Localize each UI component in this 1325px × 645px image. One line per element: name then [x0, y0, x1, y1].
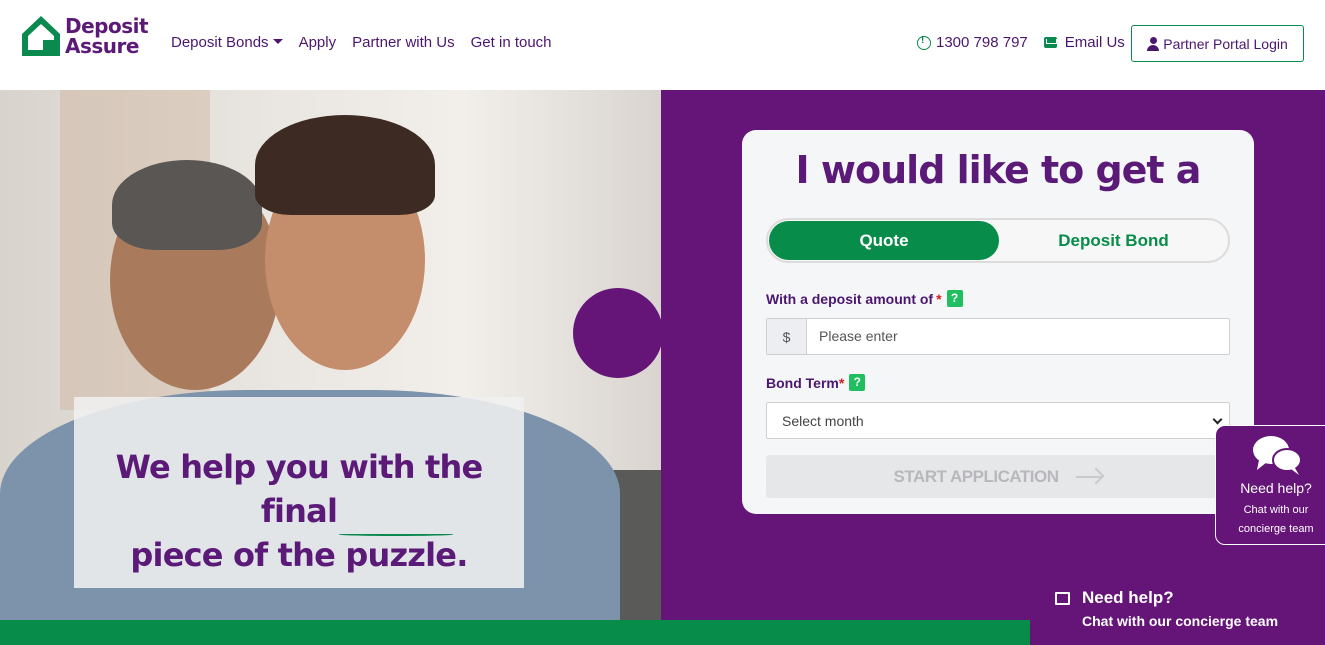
- nav-deposit-bonds[interactable]: Deposit Bonds: [171, 34, 283, 51]
- puzzle-underline: [339, 533, 453, 536]
- chat-widget-title: Need help?: [1240, 480, 1312, 496]
- chat-widget-subtitle: Chat with our concierge team: [1226, 501, 1325, 539]
- bottom-help-subtitle: Chat with our concierge team: [1082, 613, 1279, 629]
- bottom-help-bar[interactable]: Need help? Chat with our concierge team: [1030, 580, 1325, 645]
- logo-line-1: Deposit: [65, 14, 149, 38]
- chevron-down-icon: [1212, 414, 1223, 425]
- partner-portal-login-button[interactable]: Partner Portal Login: [1131, 25, 1304, 62]
- deposit-amount-label-text: With a deposit amount of: [766, 290, 934, 307]
- bond-term-selected-value: Select month: [782, 413, 864, 429]
- arrow-right-icon: [1076, 475, 1103, 478]
- user-icon: [1147, 36, 1160, 51]
- partner-portal-login-label: Partner Portal Login: [1163, 35, 1288, 52]
- mail-icon: [1043, 37, 1057, 48]
- hero-tagline-line-1: We help you with the final: [115, 448, 484, 530]
- chat-widget[interactable]: Need help? Chat with our concierge team: [1215, 425, 1325, 545]
- deposit-amount-input[interactable]: Please enter: [819, 328, 898, 344]
- bond-term-help-icon[interactable]: ?: [849, 374, 866, 391]
- quote-type-toggle: Quote Deposit Bond: [766, 218, 1230, 263]
- email-link[interactable]: Email Us: [1065, 34, 1125, 51]
- logo[interactable]: Deposit Assure: [20, 14, 150, 60]
- phone-link[interactable]: 1300 798 797: [936, 34, 1028, 51]
- nav-get-in-touch[interactable]: Get in touch: [471, 34, 552, 51]
- currency-prefix: $: [767, 319, 807, 354]
- bottom-help-title: Need help?: [1082, 588, 1174, 607]
- puzzle-knob-shape: [573, 288, 663, 378]
- site-header: Deposit Assure Deposit Bonds Apply Partn…: [0, 0, 1325, 90]
- toggle-quote[interactable]: Quote: [769, 221, 999, 260]
- start-application-label: START APPLICATION: [893, 466, 1059, 486]
- start-application-button[interactable]: START APPLICATION: [766, 455, 1230, 498]
- nav-partner-with-us[interactable]: Partner with Us: [352, 34, 455, 51]
- chat-widget-subtitle-line-2: concierge team: [1238, 523, 1314, 535]
- chat-widget-subtitle-line-1: Chat with our: [1243, 504, 1309, 516]
- house-logo-icon: [22, 16, 60, 56]
- bond-term-label: Bond Term * ?: [766, 374, 866, 391]
- quote-form-card: I would like to get a Quote Deposit Bond…: [742, 130, 1254, 514]
- bond-term-label-text: Bond Term: [766, 374, 839, 391]
- main-nav: Deposit Bonds Apply Partner with Us Get …: [171, 34, 552, 51]
- form-title: I would like to get a: [795, 148, 1202, 192]
- required-marker: *: [936, 290, 942, 307]
- deposit-amount-input-group: $ Please enter: [766, 318, 1230, 355]
- nav-apply[interactable]: Apply: [299, 34, 337, 51]
- contact-links: 1300 798 797 Email Us: [917, 34, 1125, 51]
- chat-icon: [1055, 592, 1070, 605]
- hero-tagline-line-2: piece of the puzzle.: [130, 536, 468, 574]
- chat-bubbles-icon: [1253, 436, 1302, 475]
- deposit-amount-label: With a deposit amount of * ?: [766, 290, 963, 307]
- photo-woman-hair: [255, 115, 435, 215]
- toggle-deposit-bond[interactable]: Deposit Bond: [999, 221, 1228, 260]
- deposit-help-icon[interactable]: ?: [946, 290, 963, 307]
- phone-icon: [917, 35, 931, 50]
- hero-tagline-card: We help you with the final piece of the …: [74, 397, 524, 588]
- caret-down-icon: [272, 39, 283, 44]
- green-footer-strip: [0, 620, 1030, 645]
- photo-man-hair: [112, 160, 262, 250]
- hero-tagline: We help you with the final piece of the …: [74, 445, 524, 577]
- bond-term-select[interactable]: Select month: [766, 402, 1230, 439]
- nav-deposit-bonds-label: Deposit Bonds: [171, 34, 269, 51]
- required-marker: *: [838, 374, 845, 391]
- logo-text: Deposit Assure: [65, 14, 149, 58]
- logo-line-2: Assure: [65, 34, 139, 58]
